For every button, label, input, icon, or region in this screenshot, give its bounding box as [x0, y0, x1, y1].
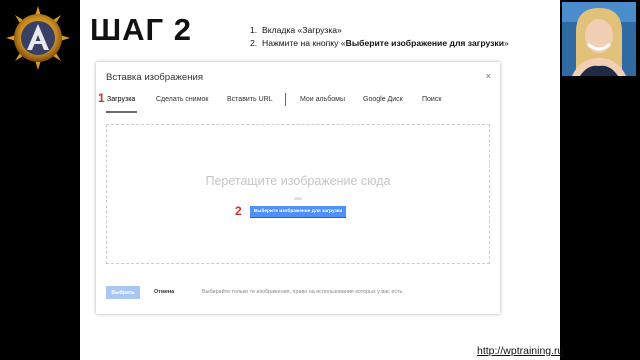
rights-note: Выбирайте только те изображения, право н…: [202, 289, 404, 295]
close-icon[interactable]: ×: [486, 71, 491, 81]
tab-insert-url[interactable]: Вставить URL: [227, 96, 273, 103]
instruction-item: 1. Вкладка «Загрузка»: [250, 25, 342, 35]
tab-upload[interactable]: Загрузка: [107, 96, 135, 103]
wptraining-logo-icon: [6, 6, 70, 70]
step-title: ШАГ 2: [90, 12, 192, 47]
instruction-item: 2. Нажмите на кнопку «Выберите изображени…: [250, 38, 509, 48]
drop-text: Перетащите изображение сюда: [205, 174, 391, 188]
tutorial-slide: ШАГ 2 1. Вкладка «Загрузка» 2. Нажмите на …: [80, 0, 560, 360]
tab-search[interactable]: Поиск: [422, 96, 441, 103]
step-marker-2: 2: [235, 204, 242, 218]
select-button[interactable]: Выбрать: [106, 286, 140, 299]
tab-divider: [285, 93, 286, 106]
choose-image-button[interactable]: Выберите изображение для загрузки: [250, 206, 346, 217]
cancel-button[interactable]: Отмена: [154, 286, 174, 299]
tab-my-albums[interactable]: Мои альбомы: [300, 96, 345, 103]
tab-take-photo[interactable]: Сделать снимок: [156, 96, 208, 103]
dialog-title: Вставка изображения: [106, 72, 204, 83]
drop-zone[interactable]: Перетащите изображение сюда или 2 Выбери…: [106, 124, 490, 264]
active-tab-indicator: [106, 111, 137, 113]
site-link[interactable]: http://wptraining.ru: [477, 345, 563, 357]
dialog-tabs: Загрузка Сделать снимок Вставить URL Мои…: [96, 90, 500, 112]
presenter-webcam-photo: [562, 2, 636, 76]
or-text: или: [294, 196, 302, 201]
tab-google-drive[interactable]: Google Диск: [363, 96, 403, 103]
instructions-list: 1. Вкладка «Загрузка» 2. Нажмите на кнопку…: [250, 24, 509, 50]
insert-image-dialog: Вставка изображения × 1 Загрузка Сделать…: [96, 62, 500, 314]
